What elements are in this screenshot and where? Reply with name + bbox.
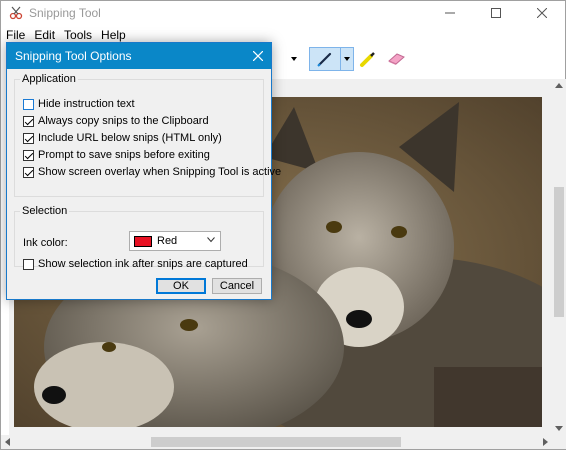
selection-group-legend: Selection xyxy=(22,205,68,217)
checkbox[interactable] xyxy=(23,98,34,110)
pen-button[interactable] xyxy=(309,47,341,71)
eraser-icon xyxy=(388,53,405,65)
maximize-icon xyxy=(491,8,501,18)
horizontal-scrollbar[interactable] xyxy=(1,435,552,449)
chevron-down-icon xyxy=(291,57,297,61)
scrollbar-corner xyxy=(552,435,566,449)
ink-color-label: Ink color: xyxy=(23,237,68,249)
scroll-left-icon[interactable] xyxy=(5,438,10,446)
options-dialog: Snipping Tool Options Application Hide i… xyxy=(6,42,281,300)
eraser-button[interactable] xyxy=(383,47,409,71)
send-dropdown[interactable] xyxy=(288,47,300,71)
minimize-icon xyxy=(445,12,455,14)
ink-color-select[interactable]: Red xyxy=(129,231,221,251)
vertical-scrollbar[interactable] xyxy=(552,79,566,435)
window-title: Snipping Tool xyxy=(29,6,101,20)
snipping-tool-icon xyxy=(9,6,23,20)
chevron-down-icon xyxy=(344,57,350,61)
chevron-down-icon xyxy=(207,237,215,243)
dialog-close-button[interactable] xyxy=(247,45,269,67)
option-show-overlay[interactable]: Show screen overlay when Snipping Tool i… xyxy=(23,165,281,179)
option-label: Show selection ink after snips are captu… xyxy=(38,258,248,270)
pen-dropdown[interactable] xyxy=(340,47,354,71)
dialog-title-bar[interactable]: Snipping Tool Options xyxy=(7,43,271,69)
highlighter-button[interactable] xyxy=(356,47,380,71)
option-label: Show screen overlay when Snipping Tool i… xyxy=(38,166,282,178)
vertical-scroll-thumb[interactable] xyxy=(554,187,564,317)
checkbox[interactable] xyxy=(23,149,34,161)
checkbox[interactable] xyxy=(23,258,34,270)
scroll-down-icon[interactable] xyxy=(555,426,563,431)
ink-color-value: Red xyxy=(157,235,178,247)
option-label: Prompt to save snips before exiting xyxy=(38,149,210,161)
horizontal-scroll-thumb[interactable] xyxy=(151,437,401,447)
dialog-title: Snipping Tool Options xyxy=(15,49,132,63)
option-label: Always copy snips to the Clipboard xyxy=(38,115,209,127)
ink-color-swatch xyxy=(134,235,152,247)
ok-button[interactable]: OK xyxy=(156,278,206,294)
highlighter-icon xyxy=(360,52,375,67)
checkbox[interactable] xyxy=(23,115,34,127)
option-include-url[interactable]: Include URL below snips (HTML only) xyxy=(23,131,222,145)
option-label: Include URL below snips (HTML only) xyxy=(38,132,222,144)
cancel-button[interactable]: Cancel xyxy=(212,278,262,294)
application-group-legend: Application xyxy=(22,73,76,85)
application-group: Application Hide instruction text Always… xyxy=(14,73,281,197)
close-icon xyxy=(537,8,547,18)
close-icon xyxy=(253,51,263,61)
close-button[interactable] xyxy=(519,1,565,25)
maximize-button[interactable] xyxy=(473,1,519,25)
minimize-button[interactable] xyxy=(427,1,473,25)
option-copy-to-clipboard[interactable]: Always copy snips to the Clipboard xyxy=(23,114,209,128)
option-label: Hide instruction text xyxy=(38,98,135,110)
pen-icon xyxy=(317,52,332,67)
scroll-up-icon[interactable] xyxy=(555,83,563,88)
option-prompt-to-save[interactable]: Prompt to save snips before exiting xyxy=(23,148,210,162)
checkbox[interactable] xyxy=(23,166,34,178)
checkbox[interactable] xyxy=(23,132,34,144)
option-show-selection-ink[interactable]: Show selection ink after snips are captu… xyxy=(23,257,248,271)
option-hide-instruction-text[interactable]: Hide instruction text xyxy=(23,97,135,111)
scroll-right-icon[interactable] xyxy=(543,438,548,446)
selection-group: Selection Ink color: Red Show selection … xyxy=(14,205,264,270)
title-bar[interactable]: Snipping Tool xyxy=(1,1,565,25)
